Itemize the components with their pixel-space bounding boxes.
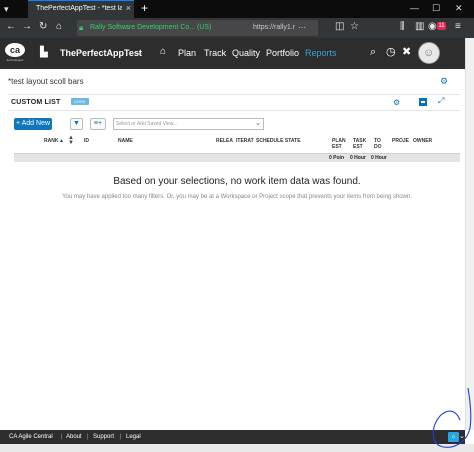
ink-annotation — [432, 387, 472, 448]
ink-stroke — [432, 387, 472, 448]
